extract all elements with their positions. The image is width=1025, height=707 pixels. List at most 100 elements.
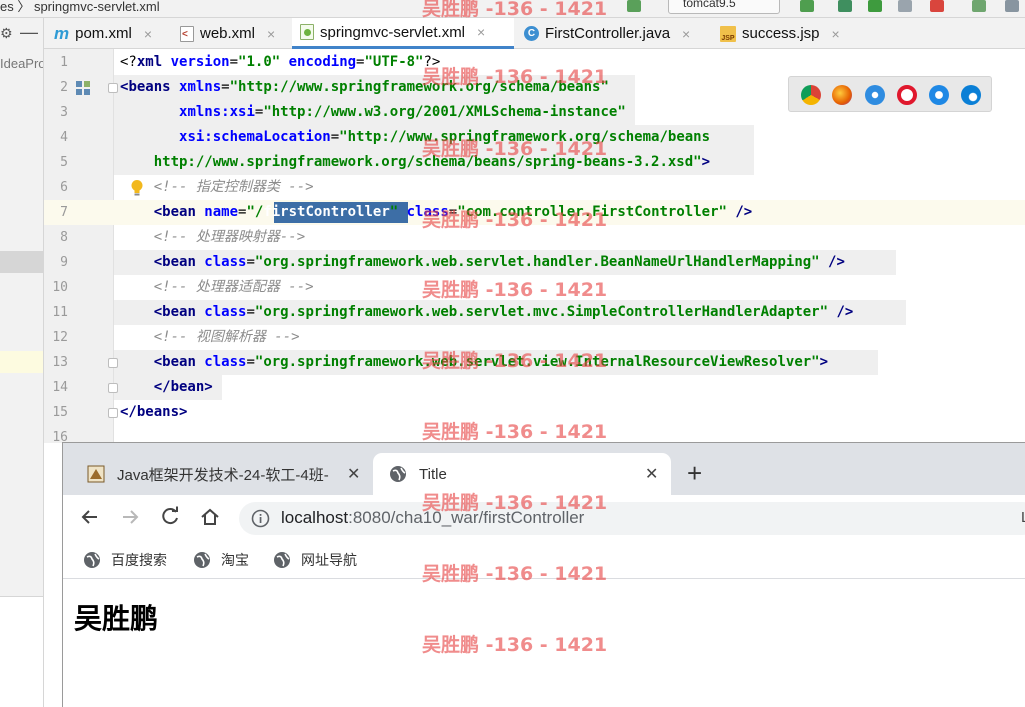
selected-text: firstController [263, 204, 390, 220]
globe-icon [274, 552, 290, 568]
equals: = [229, 54, 239, 70]
maven-icon: m [54, 23, 70, 43]
toolbar-edge-label[interactable]: L [1021, 509, 1025, 526]
code-line-8[interactable]: <!-- 处理器映射器--> [120, 225, 305, 250]
fold-toggle-icon[interactable] [108, 358, 118, 368]
java-class-icon: C [524, 26, 539, 41]
browser-tab-title[interactable]: Title ✕ [373, 453, 671, 495]
tab-springmvc-servlet-xml[interactable]: springmvc-servlet.xml × [292, 18, 514, 49]
xml-value: "org.springframework.web.servlet.view.In… [254, 354, 820, 370]
code-line-12[interactable]: <!-- 视图解析器 --> [120, 325, 300, 350]
close-icon[interactable]: ✕ [347, 464, 360, 484]
code-line-6[interactable]: <!-- 指定控制器类 --> [120, 175, 314, 200]
run-icon[interactable] [800, 0, 814, 12]
tag-bracket: > [179, 404, 188, 420]
equals: = [448, 204, 458, 220]
xml-value: "1.0" [238, 54, 281, 70]
tag-bracket: /> [828, 304, 854, 320]
line-number: 10 [52, 280, 68, 295]
code-line-11[interactable]: <bean class="org.springframework.web.ser… [120, 300, 854, 325]
browser-tab-title: Title [419, 465, 447, 483]
browser-tab-title: Java框架开发技术-24-软工-4班- [117, 466, 329, 484]
bookmark-label: 网址导航 [301, 552, 357, 568]
url-text[interactable]: localhost:8080/cha10_war/firstController [281, 508, 584, 528]
line-number: 14 [52, 380, 68, 395]
xml-value: " [389, 204, 399, 220]
close-icon[interactable]: ✕ [645, 464, 658, 484]
line-number: 11 [52, 305, 68, 320]
tag-bracket: /> [726, 204, 753, 220]
xml-value: "org.springframework.web.servlet.handler… [254, 254, 820, 270]
back-arrow-icon[interactable] [79, 506, 101, 528]
code-line-1[interactable]: <?xml version="1.0" encoding="UTF-8"?> [120, 50, 440, 75]
tab-label: springmvc-servlet.xml [320, 23, 466, 41]
bookmark-baidu[interactable]: 百度搜索 [83, 550, 167, 570]
bookmark-navigation[interactable]: 网址导航 [273, 550, 357, 570]
run-configuration-select[interactable]: tomcat9.5 [668, 0, 780, 14]
panel-minimize-icon[interactable]: — [20, 22, 38, 43]
code-line-10[interactable]: <!-- 处理器适配器 --> [120, 275, 314, 300]
xml-attribute: version [162, 54, 230, 70]
internet-explorer-icon[interactable] [929, 85, 949, 105]
code-line-4[interactable]: xsi:schemaLocation="http://www.springfra… [120, 125, 710, 150]
code-line-15[interactable]: </beans> [120, 400, 187, 425]
xml-value: "http://www.springframework.org/schema/b… [339, 129, 711, 145]
code-line-9[interactable]: <bean class="org.springframework.web.ser… [120, 250, 845, 275]
line-number: 1 [60, 55, 68, 70]
opera-icon[interactable] [897, 85, 917, 105]
firefox-icon[interactable] [832, 85, 852, 105]
chrome-icon[interactable] [801, 85, 821, 105]
info-icon[interactable] [251, 509, 270, 528]
xml-attribute: xmlns [170, 79, 222, 95]
edge-icon[interactable] [961, 85, 981, 105]
close-icon[interactable]: × [477, 24, 485, 40]
home-icon[interactable] [199, 506, 221, 528]
tab-firstcontroller-java[interactable]: C FirstController.java × [516, 18, 710, 49]
fold-toggle-icon[interactable] [108, 408, 118, 418]
code-line-2[interactable]: <beans xmlns="http://www.springframework… [120, 75, 609, 100]
project-selected-row[interactable] [0, 251, 43, 273]
equals: = [246, 254, 255, 270]
xml-comment: <!-- 视图解析器 --> [153, 329, 300, 345]
profile-icon[interactable] [898, 0, 912, 12]
project-highlighted-row[interactable] [0, 351, 43, 373]
tab-pom-xml[interactable]: m pom.xml × [46, 18, 170, 49]
build-icon[interactable] [972, 0, 986, 12]
code-line-7[interactable]: <bean name="/firstController" class="com… [120, 200, 753, 225]
address-bar[interactable]: localhost:8080/cha10_war/firstController [239, 502, 1025, 535]
xml-tag: bean [162, 204, 196, 220]
close-icon[interactable]: × [267, 26, 275, 42]
close-icon[interactable]: × [144, 26, 152, 42]
forward-arrow-icon[interactable] [119, 506, 141, 528]
browser-window: Java框架开发技术-24-软工-4班- ✕ Title ✕ + localho… [62, 442, 1025, 707]
safari-icon[interactable] [865, 85, 885, 105]
bookmark-taobao[interactable]: 淘宝 [193, 550, 249, 570]
project-root-label[interactable]: IdeaPro [0, 56, 43, 71]
code-line-5[interactable]: http://www.springframework.org/schema/be… [120, 150, 710, 175]
line-number: 7 [60, 205, 68, 220]
tab-success-jsp[interactable]: JSP success.jsp × [712, 18, 852, 49]
hammer-icon[interactable] [627, 0, 641, 12]
stop-icon[interactable] [930, 0, 944, 12]
close-icon[interactable]: × [832, 26, 840, 42]
close-icon[interactable]: × [682, 26, 690, 42]
fold-toggle-icon[interactable] [108, 83, 118, 93]
fold-toggle-icon[interactable] [108, 383, 118, 393]
code-line-13[interactable]: <bean class="org.springframework.web.ser… [120, 350, 828, 375]
code-line-14[interactable]: </bean> [120, 375, 213, 400]
spring-bean-gutter-icon[interactable] [76, 81, 92, 95]
debug-icon[interactable] [838, 0, 852, 12]
browser-tab-course[interactable]: Java框架开发技术-24-软工-4班- ✕ [77, 453, 377, 495]
reload-icon[interactable] [159, 506, 181, 528]
xml-declaration-close: ?> [423, 54, 441, 70]
tab-web-xml[interactable]: web.xml × [172, 18, 290, 49]
code-line-3[interactable]: xmlns:xsi="http://www.w3.org/2001/XMLSch… [120, 100, 626, 125]
breadcrumb[interactable]: es 〉 springmvc-servlet.xml [0, 0, 160, 15]
search-everywhere-icon[interactable] [1005, 0, 1019, 12]
new-tab-button[interactable]: + [687, 460, 702, 486]
coverage-icon[interactable] [868, 0, 882, 12]
xml-tag: beans [128, 79, 171, 95]
